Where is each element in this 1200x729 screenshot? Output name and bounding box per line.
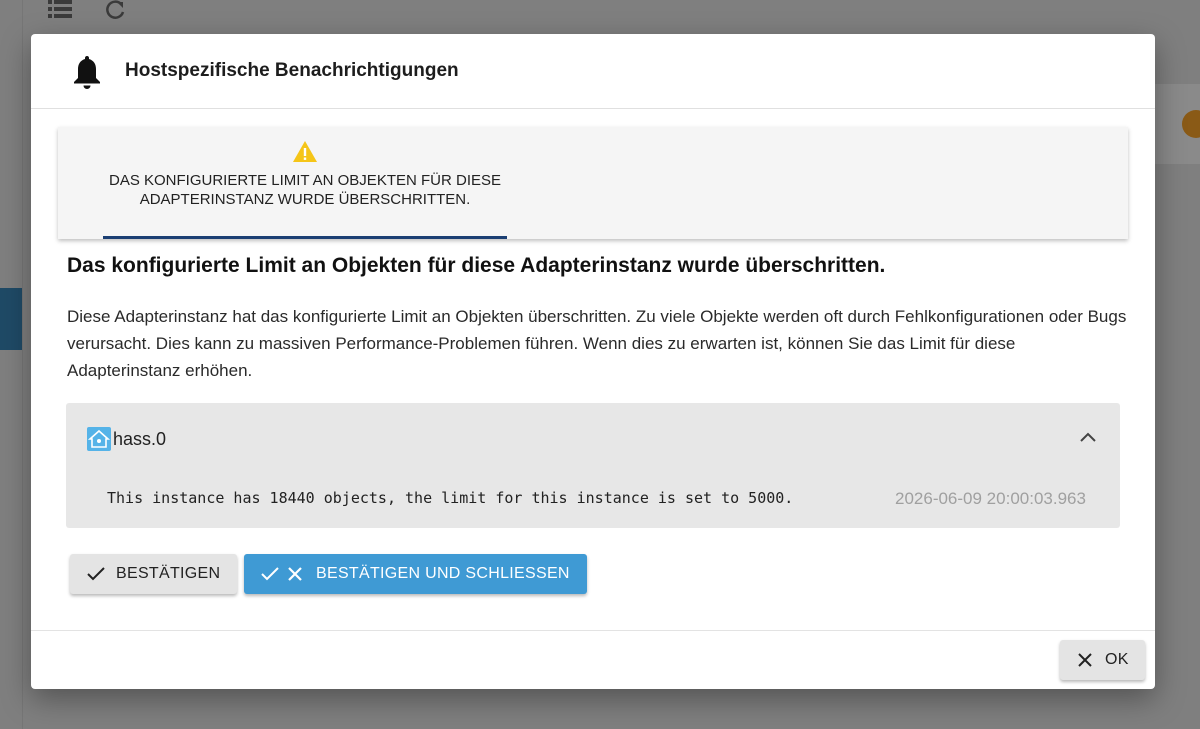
close-icon [1078,653,1092,667]
bell-icon [74,56,100,89]
confirm-button-label: BESTÄTIGEN [116,565,221,582]
active-tab-indicator [103,236,507,239]
instance-panel: hass.0 This instance has 18440 objects, … [66,403,1120,528]
home-assistant-icon [87,427,111,451]
notification-title: Das konfigurierte Limit an Objekten für … [67,254,886,277]
confirm-button[interactable]: BESTÄTIGEN [70,554,237,594]
dialog-title: Hostspezifische Benachrichtigungen [125,60,459,81]
refresh-icon [106,0,125,19]
dialog-header: Hostspezifische Benachrichtigungen [31,34,1155,109]
confirm-and-close-button[interactable]: BESTÄTIGEN UND SCHLIESSEN [244,554,587,594]
notifications-dialog: Hostspezifische Benachrichtigungen DAS K… [31,34,1155,689]
instance-name[interactable]: hass.0 [113,429,166,450]
background-toolbar [0,0,1200,32]
notification-tabs: DAS KONFIGURIERTE LIMIT AN OBJEKTEN FÜR … [58,127,1128,239]
check-icon [261,567,279,581]
notification-description: Diese Adapterinstanz hat das konfigurier… [67,307,1127,380]
tab-object-limit[interactable]: DAS KONFIGURIERTE LIMIT AN OBJEKTEN FÜR … [103,127,507,239]
ok-button-label: OK [1105,651,1129,668]
background-sidebar-accent [0,288,22,350]
warning-icon [293,141,317,162]
chevron-up-icon[interactable] [1078,429,1098,445]
list-icon [48,0,72,18]
background-divider [22,0,23,729]
instance-message: This instance has 18440 objects, the lim… [107,489,794,507]
ok-button[interactable]: OK [1060,640,1145,680]
confirm-and-close-button-label: BESTÄTIGEN UND SCHLIESSEN [316,565,570,582]
close-icon [288,567,302,581]
tab-label: DAS KONFIGURIERTE LIMIT AN OBJEKTEN FÜR … [108,172,501,208]
message-timestamp: 2026-06-09 20:00:03.963 [895,489,1086,508]
check-icon [87,567,105,581]
dialog-footer-divider [31,630,1155,631]
